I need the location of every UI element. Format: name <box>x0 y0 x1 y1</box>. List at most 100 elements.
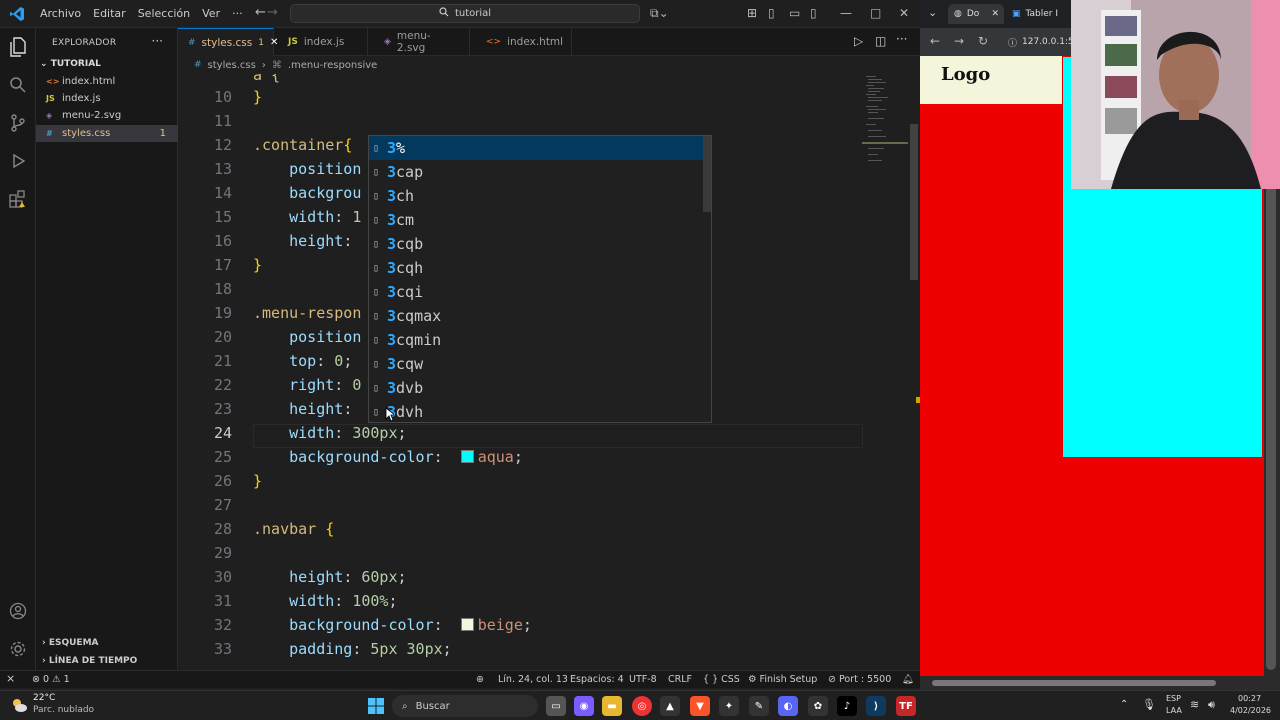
language-indicator-1[interactable]: ESP <box>1166 694 1181 703</box>
wifi-icon[interactable]: ≋ <box>1190 698 1199 711</box>
menu-more[interactable]: ··· <box>226 7 249 20</box>
suggestion-item[interactable]: ▯ 3 cap <box>369 160 711 184</box>
language-indicator-2[interactable]: LAA <box>1166 706 1182 715</box>
page-logo[interactable]: Logo <box>941 64 990 85</box>
menu-ver[interactable]: Ver <box>196 7 226 20</box>
tab-index-html[interactable]: <> index.html <box>470 28 572 56</box>
vscode-taskbar-icon[interactable]: ⟩ <box>866 696 886 716</box>
account-icon[interactable] <box>7 600 29 622</box>
indentation[interactable]: Espacios: 4 <box>570 674 624 685</box>
back-arrow-icon[interactable]: ← <box>255 5 266 20</box>
extensions-icon[interactable] <box>7 188 29 210</box>
address-bar[interactable]: ⓘ 127.0.0.1:5 <box>1000 32 1074 52</box>
more-actions-icon[interactable]: ··· <box>896 32 907 46</box>
tab-menu-2-svg[interactable]: ◈ menu-2.svg <box>368 28 470 56</box>
weather-icon[interactable] <box>10 696 28 714</box>
cursor-position[interactable]: Lín. 24, col. 13 <box>498 674 568 685</box>
close-icon[interactable]: ✕ <box>899 6 909 20</box>
line-ending[interactable]: CRLF <box>668 674 692 685</box>
color-swatch[interactable] <box>460 450 474 463</box>
source-control-icon[interactable] <box>7 112 29 134</box>
remote-icon[interactable]: ⨯ <box>6 672 15 685</box>
suggestion-item[interactable]: ▯ 3 cm <box>369 208 711 232</box>
search-icon[interactable] <box>7 74 29 96</box>
run-debug-icon[interactable] <box>7 150 29 172</box>
timeline-section[interactable]: › LÍNEA DE TIEMPO <box>42 656 137 666</box>
taskbar-search-input[interactable]: ⌕ Buscar <box>392 695 538 717</box>
file-index-html[interactable]: <> index.html <box>36 73 178 90</box>
tiktok-icon[interactable]: ♪ <box>837 696 857 716</box>
file-index-js[interactable]: JS index.js <box>36 90 178 107</box>
suggestion-item[interactable]: ▯ 3 cqi <box>369 280 711 304</box>
outline-section[interactable]: › ESQUEMA <box>42 638 99 648</box>
menu-archivo[interactable]: Archivo <box>34 7 87 20</box>
clock-date[interactable]: 4/02/2026 <box>1230 706 1271 715</box>
back-arrow-icon[interactable]: ← <box>930 34 940 48</box>
app-icon-3[interactable]: ✎ <box>749 696 769 716</box>
brave-icon[interactable]: ▼ <box>690 696 710 716</box>
language-mode[interactable]: { } CSS <box>703 674 740 685</box>
app-icon[interactable]: ▲ <box>660 696 680 716</box>
windows-start-icon[interactable] <box>366 696 386 716</box>
app-tf-icon[interactable]: TF <box>896 696 916 716</box>
discord-icon[interactable]: ◐ <box>778 696 798 716</box>
clock-time[interactable]: 00:27 <box>1238 694 1261 703</box>
horizontal-scroll-thumb[interactable] <box>932 680 1216 686</box>
suggestion-item[interactable]: ▯ 3% <box>369 136 711 160</box>
menu-editar[interactable]: Editar <box>87 7 132 20</box>
reload-icon[interactable]: ↻ <box>978 34 988 48</box>
toggle-panel-icon[interactable]: ▭ <box>789 6 800 20</box>
suggestion-item[interactable]: ▯ 3 dvb <box>369 376 711 400</box>
command-search-input[interactable]: tutorial <box>290 4 640 23</box>
close-tab-icon[interactable]: ✕ <box>991 9 999 19</box>
suggestion-item[interactable]: ▯ 3 cqmin <box>369 328 711 352</box>
more-actions-icon[interactable]: ··· <box>152 34 163 48</box>
suggestion-item[interactable]: ▯ 3 cqb <box>369 232 711 256</box>
copilot-app-icon[interactable]: ◉ <box>574 696 594 716</box>
problems-indicator[interactable]: ⊗ 0 ⚠ 1 <box>32 674 70 685</box>
autocomplete-suggestions[interactable]: ▯ 3% ▯ 3 cap ▯ 3 ch ▯ 3 cm ▯ 3 cqb ▯ 3 cqh ▯ 3 cqi ▯ 3 cqmax ▯ 3… <box>368 135 712 423</box>
tab-actions-icon[interactable]: ⌄ <box>928 6 937 19</box>
live-server-port[interactable]: ⊘ Port : 5500 <box>828 674 891 685</box>
explorer-icon[interactable] <box>7 36 29 58</box>
forward-arrow-icon[interactable]: → <box>267 5 278 20</box>
settings-gear-icon[interactable] <box>7 638 29 660</box>
microphone-icon[interactable]: 🎙︎ <box>1142 698 1156 711</box>
browser-tab-1[interactable]: ◍ Do ✕ <box>948 4 1004 24</box>
tray-chevron-icon[interactable]: ⌃ <box>1120 699 1128 710</box>
zoom-icon[interactable]: ⊕ <box>476 674 484 685</box>
run-icon[interactable]: ▷ <box>854 34 863 48</box>
volume-icon[interactable]: 🔊︎ <box>1208 698 1215 712</box>
folder-tutorial[interactable]: ⌄ TUTORIAL <box>40 59 101 69</box>
breadcrumb-file[interactable]: styles.css <box>208 60 256 71</box>
suggestion-item[interactable]: ▯ 3 cqmax <box>369 304 711 328</box>
customize-layout-icon[interactable]: ⊞ <box>747 6 757 20</box>
tab-index-js[interactable]: JS index.js <box>274 28 368 56</box>
chatgpt-icon[interactable]: ✿ <box>808 696 828 716</box>
file-explorer-icon[interactable]: ▬ <box>602 696 622 716</box>
suggestion-item[interactable]: ▯ 3 cqh <box>369 256 711 280</box>
minimap[interactable] <box>862 74 910 164</box>
toggle-secondary-sidebar-icon[interactable]: ▯ <box>810 6 817 20</box>
minimize-icon[interactable]: — <box>840 6 852 20</box>
copilot-icon[interactable]: ⧉⌄ <box>650 6 669 21</box>
breadcrumb-symbol[interactable]: .menu-responsive <box>288 60 377 71</box>
notifications-icon[interactable]: 🔔︎ <box>902 674 914 685</box>
color-swatch[interactable] <box>460 618 474 631</box>
browser-tab-2[interactable]: ▣ Tabler I <box>1012 4 1072 24</box>
toggle-sidebar-icon[interactable]: ▯ <box>768 6 775 20</box>
chrome-icon[interactable]: ◎ <box>632 696 652 716</box>
finish-setup[interactable]: ⚙ Finish Setup <box>748 674 817 685</box>
split-editor-icon[interactable]: ◫ <box>875 34 886 48</box>
editor-scrollbar[interactable] <box>910 124 918 280</box>
task-view-icon[interactable]: ▭ <box>546 696 566 716</box>
forward-arrow-icon[interactable]: → <box>954 34 964 48</box>
suggestion-item[interactable]: ▯ 3 cqw <box>369 352 711 376</box>
tab-styles-css[interactable]: # styles.css 1 ✕ <box>178 28 278 56</box>
suggestion-item[interactable]: ▯3dvh <box>369 400 711 424</box>
file-styles-css[interactable]: # styles.css 1 <box>36 125 178 142</box>
app-icon-2[interactable]: ✦ <box>719 696 739 716</box>
suggestions-scrollbar[interactable] <box>703 136 711 212</box>
file-menu-2-svg[interactable]: ◈ menu-2.svg <box>36 107 178 124</box>
menu-seleccion[interactable]: Selección <box>132 7 196 20</box>
